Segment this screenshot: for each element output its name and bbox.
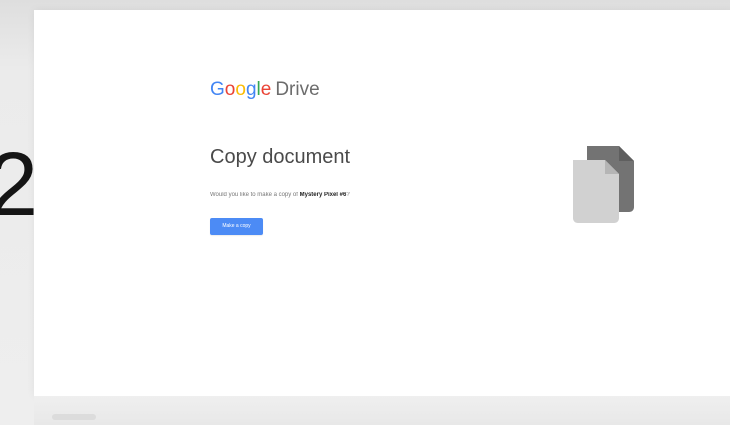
- google-letter-o2: o: [235, 79, 246, 100]
- copy-prompt: Would you like to make a copy of Mystery…: [210, 192, 350, 198]
- browser-page: Google Drive Copy document Would you lik…: [34, 10, 730, 396]
- google-drive-logo: Google Drive: [210, 80, 320, 99]
- page-title: Copy document: [210, 146, 351, 168]
- google-letter-e: e: [260, 79, 272, 100]
- make-a-copy-button[interactable]: Make a copy: [210, 218, 263, 235]
- google-wordmark: Google: [210, 80, 271, 99]
- copy-document-panel: Google Drive Copy document Would you lik…: [210, 80, 630, 240]
- step-number: 2: [0, 135, 39, 235]
- lower-page-edge: [34, 396, 730, 425]
- document-copy-icon: [570, 146, 634, 224]
- lower-page-mark: [52, 414, 96, 420]
- copy-prompt-suffix: ?: [346, 192, 350, 198]
- presentation-slide: 2 Google Drive Copy document Would you l…: [0, 0, 730, 425]
- google-letter-g2: g: [245, 79, 257, 100]
- google-letter-o1: o: [224, 79, 236, 100]
- drive-wordmark: Drive: [275, 79, 320, 100]
- copy-prompt-prefix: Would you like to make a copy of: [210, 192, 298, 198]
- google-letter-g: G: [210, 79, 225, 100]
- document-name: Mystery Pixel #6: [299, 192, 347, 198]
